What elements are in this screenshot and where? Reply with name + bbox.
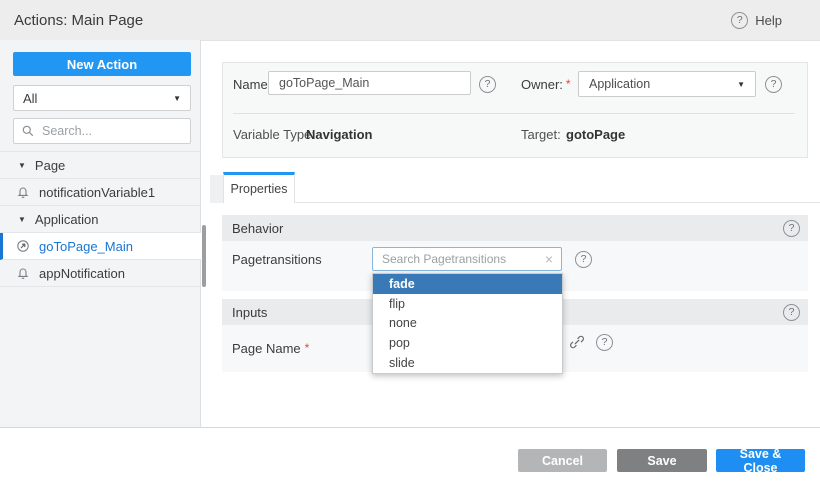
help-button[interactable]: ? Help xyxy=(731,0,782,40)
name-help-icon[interactable]: ? xyxy=(479,76,496,93)
sidebar-search-box xyxy=(13,118,191,144)
owner-label: Owner: * xyxy=(521,71,571,97)
search-icon xyxy=(22,125,34,137)
dropdown-option-flip[interactable]: flip xyxy=(373,294,562,314)
tree-item-notificationvariable1[interactable]: notificationVariable1 xyxy=(0,179,201,206)
tree-item-label: notificationVariable1 xyxy=(39,185,155,200)
tree-item-label: appNotification xyxy=(39,266,125,281)
name-input[interactable] xyxy=(268,71,471,95)
clear-icon[interactable]: × xyxy=(543,252,561,266)
filter-select[interactable]: All ▼ xyxy=(13,85,191,111)
pagetransitions-dropdown: fade flip none pop slide xyxy=(372,273,563,374)
goto-circle-icon xyxy=(16,239,30,253)
action-tree: ▼ Page notificationVariable1 ▼ Applicati… xyxy=(0,151,201,287)
tab-strip-stub xyxy=(210,175,223,203)
cancel-button[interactable]: Cancel xyxy=(518,449,607,472)
page-name-label: Page Name * xyxy=(232,335,309,361)
pagetransitions-search-input[interactable] xyxy=(373,252,543,266)
tree-group-label: Application xyxy=(35,212,99,227)
tree-group-page[interactable]: ▼ Page xyxy=(0,152,201,179)
tree-group-application[interactable]: ▼ Application xyxy=(0,206,201,233)
save-button[interactable]: Save xyxy=(617,449,707,472)
pagetransitions-combobox: × xyxy=(372,247,562,271)
save-and-close-button[interactable]: Save & Close xyxy=(716,449,805,472)
variable-type-label: Variable Type: xyxy=(233,121,315,147)
behavior-section-title: Behavior xyxy=(232,221,283,236)
action-detail-panel: Name: * ? Owner: * Application ▼ ? Varia… xyxy=(222,62,808,158)
tree-item-appnotification[interactable]: appNotification xyxy=(0,260,201,287)
sidebar: New Action All ▼ ▼ Page notificationVari… xyxy=(0,40,201,427)
target-label: Target: xyxy=(521,121,561,147)
caret-down-icon: ▼ xyxy=(737,80,745,89)
help-icon: ? xyxy=(731,12,748,29)
owner-select[interactable]: Application ▼ xyxy=(578,71,756,97)
bell-icon xyxy=(16,266,30,280)
pagetransitions-help-icon[interactable]: ? xyxy=(575,251,592,268)
inputs-help-icon[interactable]: ? xyxy=(783,304,800,321)
caret-down-icon: ▼ xyxy=(173,94,181,103)
help-label: Help xyxy=(755,13,782,28)
variable-type-value: Navigation xyxy=(306,121,372,147)
tab-bar: Properties xyxy=(210,172,820,203)
filter-select-value: All xyxy=(23,91,37,106)
link-icon[interactable] xyxy=(569,334,585,350)
dropdown-option-fade[interactable]: fade xyxy=(373,274,562,294)
tree-item-gotopage-main[interactable]: goToPage_Main xyxy=(0,233,201,260)
page-name-help-icon[interactable]: ? xyxy=(596,334,613,351)
triangle-down-icon: ▼ xyxy=(18,215,26,224)
dropdown-option-none[interactable]: none xyxy=(373,314,562,334)
page-title: Actions: Main Page xyxy=(14,12,143,29)
owner-help-icon[interactable]: ? xyxy=(765,76,782,93)
tree-item-label: goToPage_Main xyxy=(39,239,133,254)
sidebar-scrollbar-thumb[interactable] xyxy=(202,225,206,287)
dropdown-option-pop[interactable]: pop xyxy=(373,333,562,353)
page-header: Actions: Main Page ? Help xyxy=(0,0,820,41)
behavior-help-icon[interactable]: ? xyxy=(783,220,800,237)
required-marker: * xyxy=(305,341,310,355)
dropdown-option-slide[interactable]: slide xyxy=(373,353,562,373)
bell-icon xyxy=(16,185,30,199)
behavior-section-header: Behavior ? xyxy=(222,215,808,241)
required-marker: * xyxy=(566,77,571,91)
new-action-button[interactable]: New Action xyxy=(13,52,191,76)
inputs-section-title: Inputs xyxy=(232,305,267,320)
footer-divider xyxy=(0,427,820,428)
app-window: Actions: Main Page ? Help New Action All… xyxy=(0,0,820,488)
triangle-down-icon: ▼ xyxy=(18,161,26,170)
tree-group-label: Page xyxy=(35,158,65,173)
sidebar-search-input[interactable] xyxy=(40,123,174,139)
pagetransitions-label: Pagetransitions xyxy=(232,246,322,272)
tab-properties[interactable]: Properties xyxy=(223,172,295,203)
panel-divider xyxy=(233,113,795,114)
owner-select-value: Application xyxy=(589,77,650,91)
target-value: gotoPage xyxy=(566,121,625,147)
